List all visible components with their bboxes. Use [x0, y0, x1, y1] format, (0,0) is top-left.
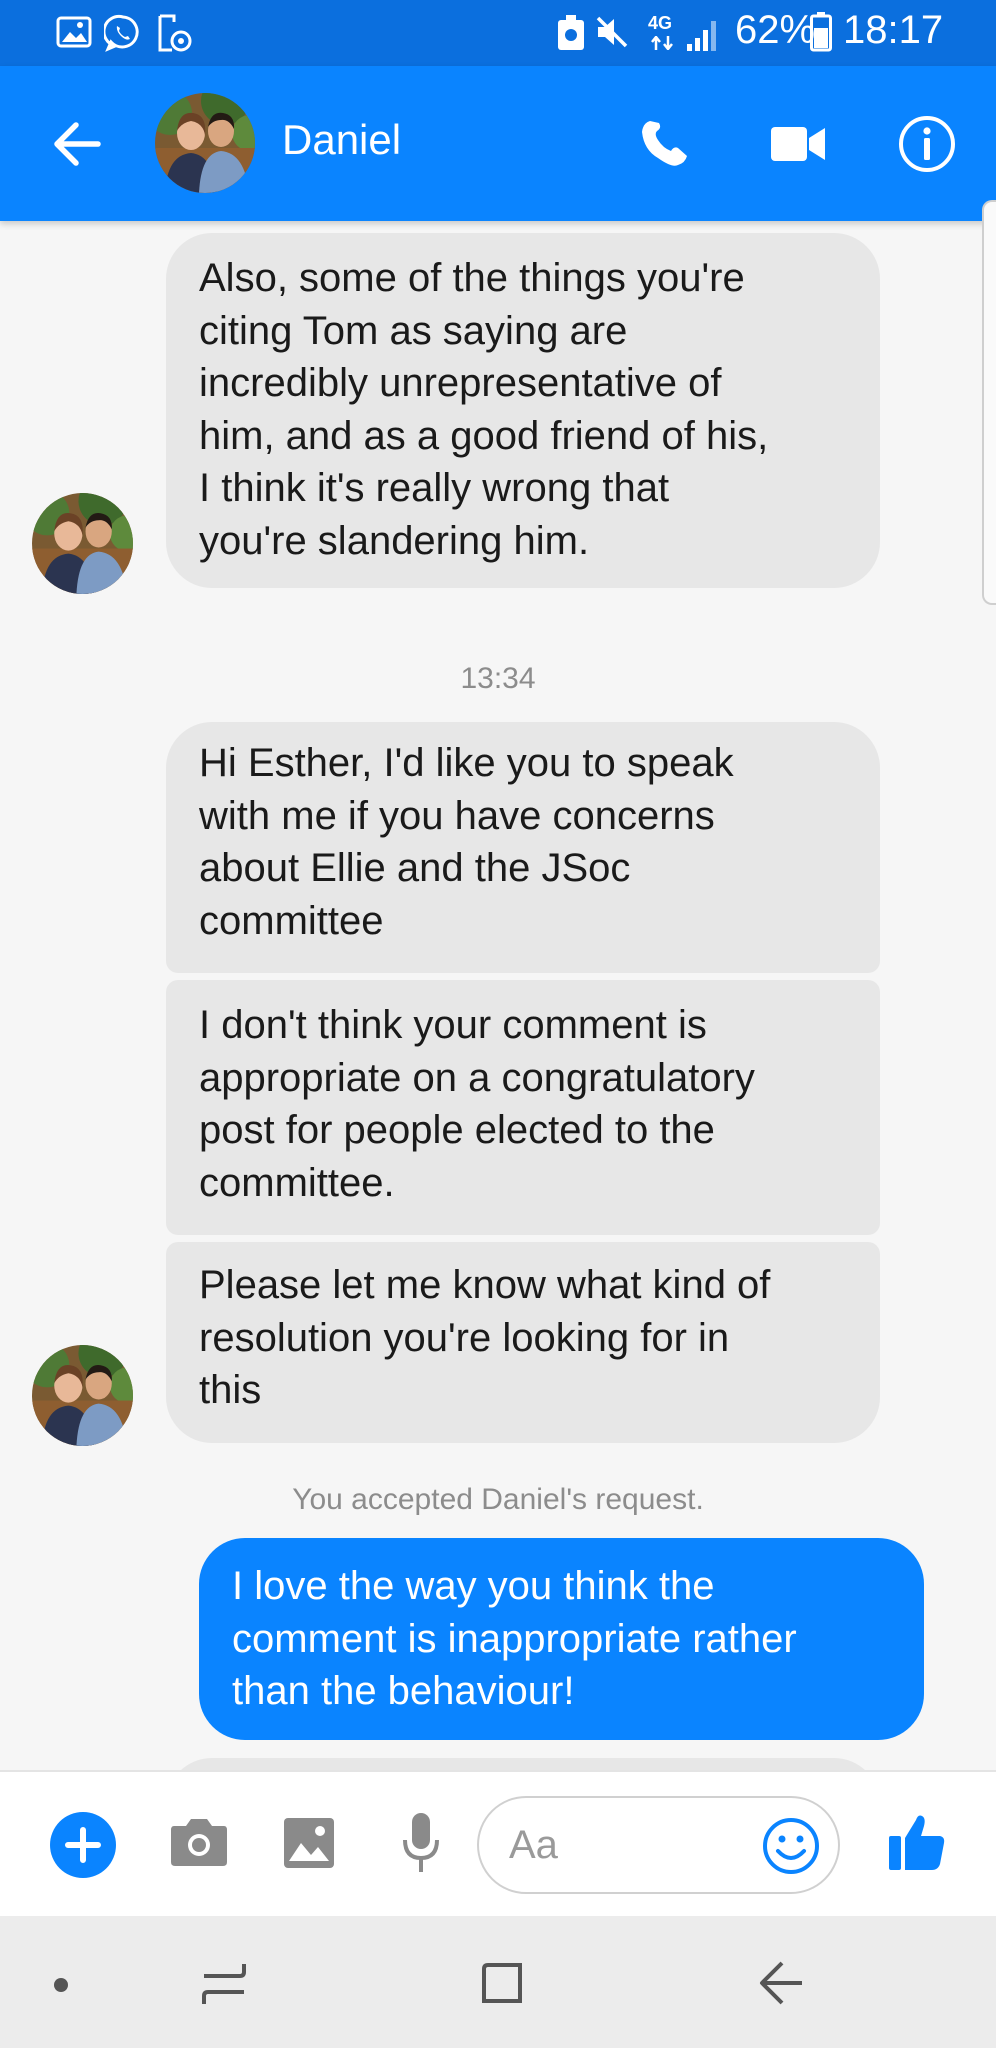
scrollbar-thumb[interactable]: [982, 200, 996, 605]
message-bubble-incoming[interactable]: I don't think your comment is appropriat…: [166, 980, 880, 1235]
avatar-image: [32, 1345, 133, 1446]
sender-avatar[interactable]: [32, 493, 133, 594]
message-text: Also, some of the things you're citing T…: [199, 256, 769, 563]
data-arrows-icon: [651, 36, 673, 50]
message-bubble-incoming[interactable]: Hi Esther, I'd like you to speak with me…: [166, 722, 880, 973]
thumbs-up-icon[interactable]: [888, 1812, 946, 1872]
contact-name[interactable]: Daniel: [282, 116, 401, 164]
camera-icon[interactable]: [170, 1816, 228, 1868]
recents-icon[interactable]: [200, 1960, 248, 2008]
home-icon[interactable]: [478, 1959, 526, 2007]
avatar-image: [32, 493, 133, 594]
dot-icon[interactable]: [53, 1977, 69, 1993]
message-bubble-incoming[interactable]: Please let me know what kind of resoluti…: [166, 1242, 880, 1443]
avatar-image: [155, 93, 255, 193]
message-text: I don't think your comment is appropriat…: [199, 1003, 755, 1205]
message-list[interactable]: Also, some of the things you're citing T…: [0, 221, 996, 1770]
message-text: Hi Esther, I'd like you to speak with me…: [199, 741, 734, 943]
contact-avatar[interactable]: [155, 93, 255, 193]
mute-icon: [596, 16, 628, 48]
message-text: I love the way you think the comment is …: [232, 1564, 797, 1713]
gallery-icon: [56, 16, 92, 48]
nfc-icon: [558, 15, 584, 50]
sender-avatar[interactable]: [32, 1345, 133, 1446]
battery-icon: [810, 12, 832, 52]
emoji-icon[interactable]: [762, 1817, 820, 1875]
image-icon[interactable]: [283, 1817, 335, 1869]
status-bar: 4G 62% 18:17: [0, 0, 996, 66]
message-bubble-outgoing[interactable]: I love the way you think the comment is …: [199, 1538, 924, 1740]
plus-icon[interactable]: [50, 1812, 116, 1878]
microphone-icon[interactable]: [401, 1812, 441, 1874]
back-arrow-icon[interactable]: [52, 121, 102, 167]
video-camera-icon[interactable]: [770, 126, 826, 162]
whatsapp-icon: [104, 14, 139, 52]
message-bubble-incoming[interactable]: Also, some of the things you're citing T…: [166, 233, 880, 588]
battery-percent: 62%: [735, 8, 816, 52]
conversation-header: Daniel: [0, 66, 996, 221]
phone-icon[interactable]: [638, 118, 690, 170]
request-accepted-notice: You accepted Daniel's request.: [292, 1483, 704, 1516]
info-icon[interactable]: [898, 115, 956, 173]
message-text: Please let me know what kind of resoluti…: [199, 1263, 771, 1412]
timestamp: 13:34: [460, 662, 536, 695]
message-input-pill[interactable]: [477, 1796, 840, 1894]
message-input[interactable]: [509, 1820, 739, 1870]
back-icon[interactable]: [758, 1959, 804, 2007]
system-navigation-bar: [0, 1916, 996, 2048]
clock: 18:17: [843, 8, 944, 52]
message-composer: [0, 1770, 996, 1916]
message-bubble-incoming-partial[interactable]: [166, 1758, 880, 1770]
screen-record-icon: [158, 14, 192, 52]
network-type: 4G: [648, 13, 673, 33]
signal-icon: [687, 21, 716, 51]
